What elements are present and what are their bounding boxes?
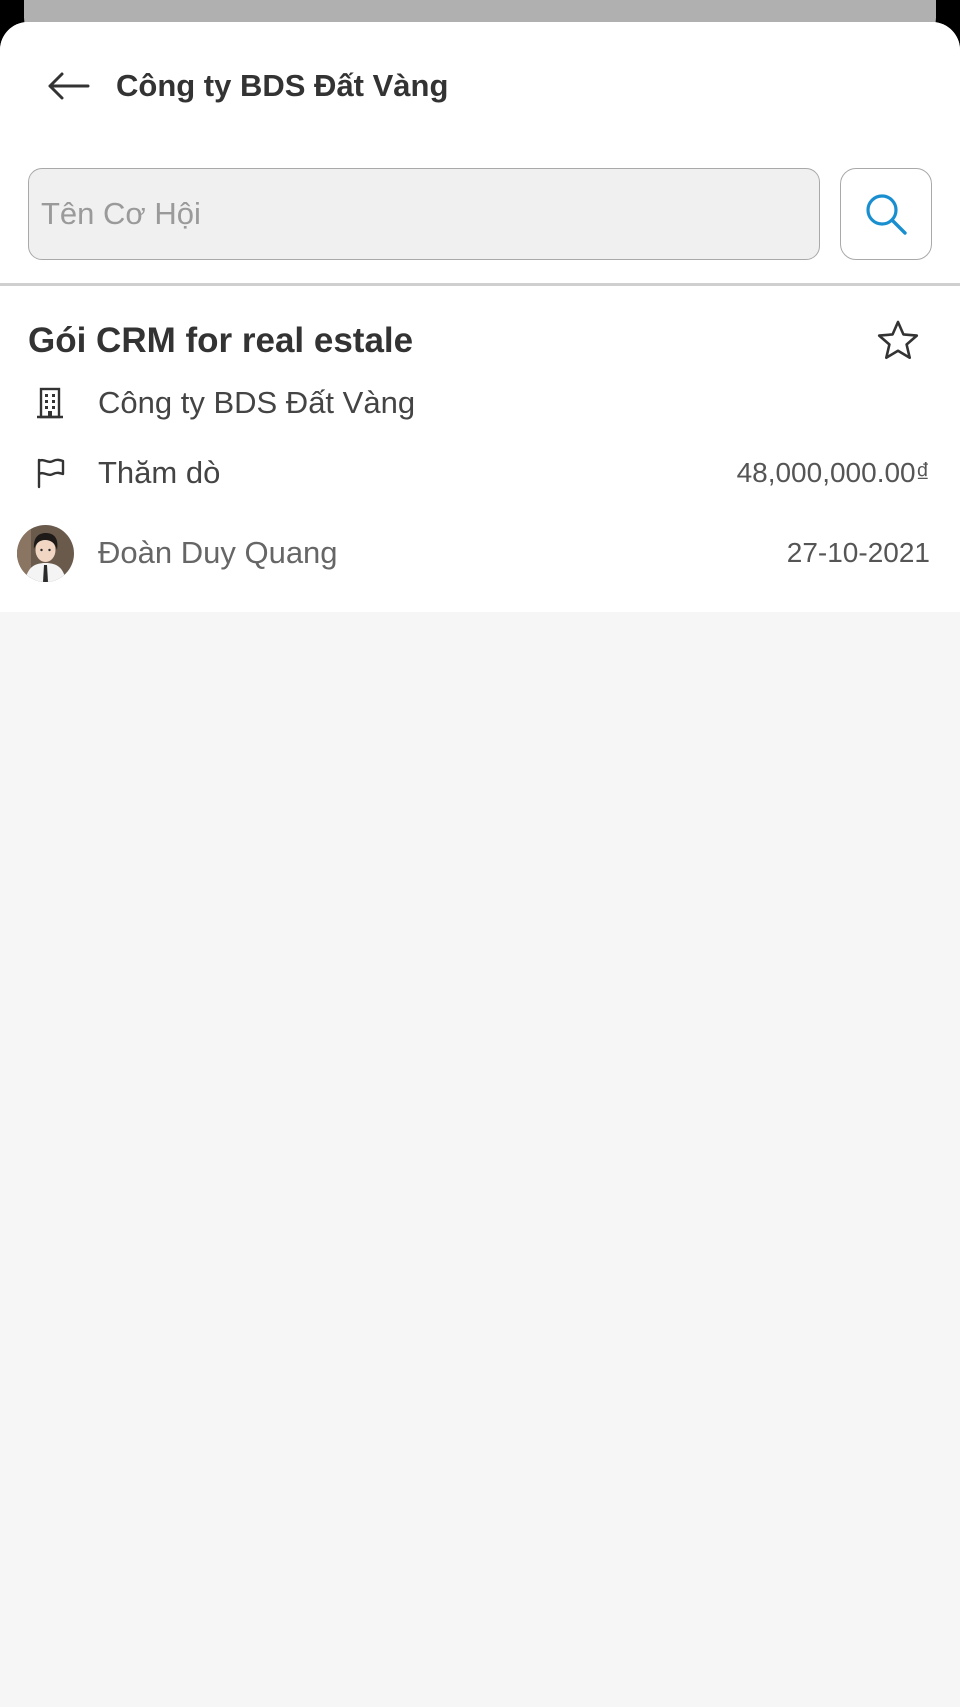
stage-label: Thăm dò <box>98 455 221 490</box>
opportunity-card[interactable]: Gói CRM for real estale Công ty BDS Đất … <box>0 286 960 612</box>
search-button[interactable] <box>840 168 932 260</box>
arrow-left-icon <box>48 72 90 100</box>
amount-value: 48,000,000.00₫ <box>736 457 930 488</box>
date-value: 27-10-2021 <box>786 537 930 568</box>
avatar <box>17 525 74 582</box>
search-icon <box>866 194 907 235</box>
building-icon <box>30 383 70 423</box>
owner-name: Đoàn Duy Quang <box>98 535 338 570</box>
bottom-sheet: Công ty BDS Đất Vàng Gói CRM for real es… <box>0 22 960 1707</box>
page-title: Công ty BDS Đất Vàng <box>116 68 449 103</box>
search-input[interactable] <box>28 168 820 260</box>
favorite-button[interactable] <box>874 317 922 365</box>
company-name: Công ty BDS Đất Vàng <box>98 385 416 420</box>
back-button[interactable] <box>44 62 92 110</box>
header: Công ty BDS Đất Vàng <box>0 22 960 284</box>
opportunity-title: Gói CRM for real estale <box>28 321 414 360</box>
flag-icon <box>30 453 70 493</box>
star-outline-icon <box>877 320 919 359</box>
